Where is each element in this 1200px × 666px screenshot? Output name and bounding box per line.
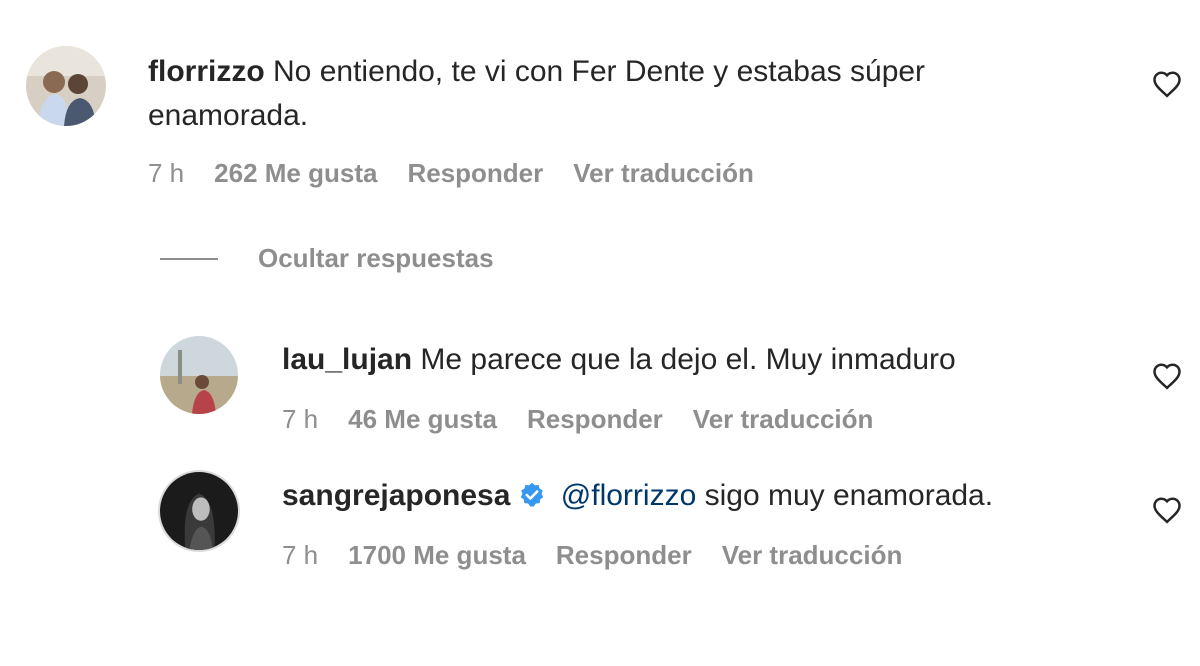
likes-count[interactable]: 46 Me gusta: [348, 404, 497, 435]
translate-button[interactable]: Ver traducción: [722, 540, 903, 571]
reply-time: 7 h: [282, 540, 319, 570]
translate-button[interactable]: Ver traducción: [693, 404, 874, 435]
avatar-florrizzo[interactable]: [26, 46, 106, 126]
likes-count[interactable]: 1700 Me gusta: [348, 540, 526, 571]
verified-badge-icon: [521, 482, 544, 507]
reply-time: 7 h: [282, 404, 319, 434]
reply-meta: 7 h 1700 Me gusta Responder Ver traducci…: [282, 540, 902, 571]
hide-replies-button[interactable]: Ocultar respuestas: [160, 243, 494, 274]
reply-button[interactable]: Responder: [556, 540, 692, 571]
avatar-lau-lujan[interactable]: [160, 336, 238, 414]
reply-body: sangrejaponesa @florrizzo sigo muy enamo…: [282, 474, 1122, 518]
reply-username[interactable]: lau_lujan: [282, 343, 412, 376]
comment-time: 7 h: [148, 158, 185, 188]
translate-button[interactable]: Ver traducción: [573, 158, 754, 189]
divider-line: [160, 257, 218, 260]
heart-icon[interactable]: [1152, 70, 1182, 98]
hide-replies-label: Ocultar respuestas: [258, 243, 494, 273]
comment-body: florrizzo No entiendo, te vi con Fer Den…: [148, 50, 1108, 138]
comment-meta: 7 h 262 Me gusta Responder Ver traducció…: [148, 158, 754, 189]
reply-username[interactable]: sangrejaponesa: [282, 479, 510, 512]
likes-count[interactable]: 262 Me gusta: [214, 158, 377, 189]
reply-button[interactable]: Responder: [527, 404, 663, 435]
reply-meta: 7 h 46 Me gusta Responder Ver traducción: [282, 404, 873, 435]
avatar-sangrejaponesa[interactable]: [158, 470, 240, 552]
comment-text-continued: enamorada.: [148, 99, 309, 132]
reply-text: sigo muy enamorada.: [704, 479, 994, 512]
heart-icon[interactable]: [1152, 496, 1182, 524]
reply-body: lau_lujan Me parece que la dejo el. Muy …: [282, 338, 1102, 382]
reply-text: Me parece que la dejo el. Muy inmaduro: [420, 343, 956, 376]
comments-section: florrizzo No entiendo, te vi con Fer Den…: [0, 0, 1200, 666]
heart-icon[interactable]: [1152, 362, 1182, 390]
mention-link[interactable]: @florrizzo: [561, 479, 696, 512]
comment-text: No entiendo, te vi con Fer Dente y estab…: [273, 55, 926, 88]
comment-username[interactable]: florrizzo: [148, 55, 265, 88]
reply-button[interactable]: Responder: [407, 158, 543, 189]
